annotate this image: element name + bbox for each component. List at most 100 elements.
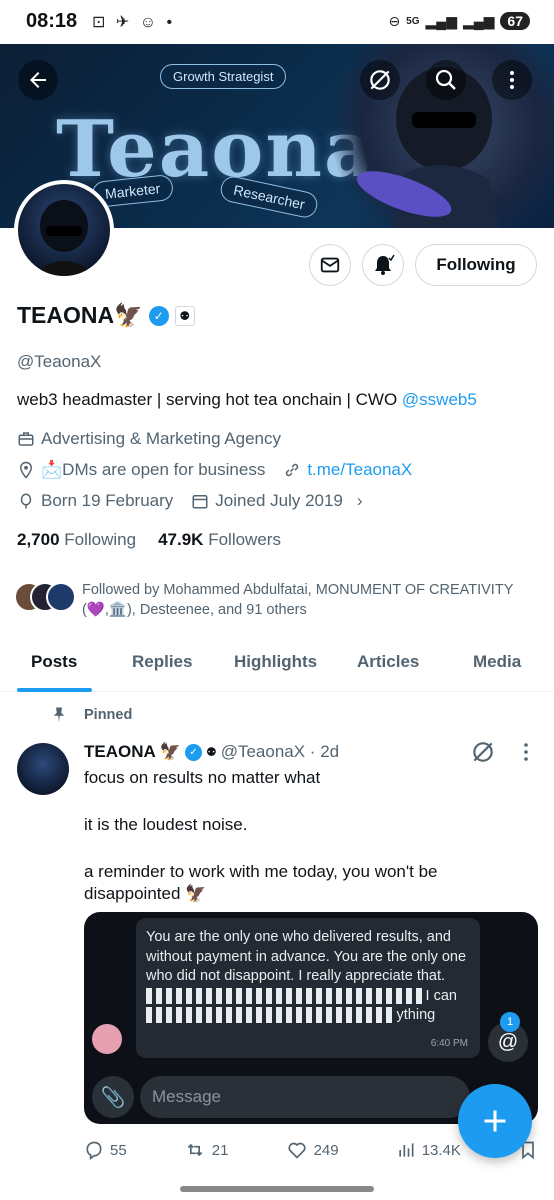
message-button[interactable] xyxy=(309,244,351,286)
followers-count: 47.9K xyxy=(158,530,204,549)
profile-website[interactable]: t.me/TeaonaX xyxy=(307,460,412,480)
followers-label: Followers xyxy=(208,530,281,549)
tab-media[interactable]: Media xyxy=(473,652,521,672)
network-label: 5G xyxy=(406,15,420,27)
post-author-avatar[interactable] xyxy=(17,743,69,795)
post-grok-icon[interactable] xyxy=(470,739,496,765)
banner-pill-growth: Growth Strategist xyxy=(160,64,287,89)
post-verified-icon: ✓ xyxy=(184,743,202,761)
category-row: Advertising & Marketing Agency xyxy=(17,429,281,449)
status-time: 08:18 xyxy=(26,10,78,32)
location-icon xyxy=(19,461,33,479)
pinned-label-row: Pinned xyxy=(50,706,132,724)
chat-bubble: You are the only one who delivered resul… xyxy=(136,918,480,1058)
like-count: 249 xyxy=(313,1141,339,1159)
dnd-icon: ⊖ xyxy=(388,12,401,29)
tab-posts[interactable]: Posts xyxy=(31,652,77,672)
chat-message-end: ything xyxy=(396,1007,436,1024)
status-notification-icons: ⊡ ✈ ☺ • xyxy=(92,14,176,31)
chat-input-placeholder: Message xyxy=(152,1087,221,1106)
pinned-label: Pinned xyxy=(84,707,133,723)
compose-button[interactable] xyxy=(458,1084,532,1158)
more-button[interactable] xyxy=(492,60,532,100)
reply-button[interactable]: 55 xyxy=(84,1140,127,1160)
affiliate-badge-icon: ⚉ xyxy=(174,305,195,326)
bell-icon xyxy=(375,254,395,275)
views-icon xyxy=(399,1143,414,1157)
post-line-1: focus on results no matter what xyxy=(84,768,321,787)
grok-button[interactable] xyxy=(360,60,400,100)
followers-avatars[interactable] xyxy=(14,582,78,614)
profile-name-row: TEAONA 🦅 ✓ ⚉ xyxy=(17,302,195,329)
chat-input: Message xyxy=(140,1076,470,1118)
post-header: TEAONA 🦅 ✓ ⚉ @TeaonaX · 2d xyxy=(84,742,339,762)
profile-bio: web3 headmaster | serving hot tea onchai… xyxy=(17,390,477,410)
follower-avatar-3 xyxy=(46,582,76,612)
post-more-icon[interactable] xyxy=(516,741,536,763)
more-vert-icon xyxy=(510,71,514,89)
profile-location: 📩DMs are open for business xyxy=(41,460,266,479)
profile-avatar[interactable] xyxy=(14,180,114,280)
tab-articles[interactable]: Articles xyxy=(357,652,419,672)
dates-row: Born 19 February Joined July 2019 › xyxy=(17,491,363,511)
notifications-button[interactable] xyxy=(362,244,404,286)
post-body: focus on results no matter what it is th… xyxy=(84,767,538,905)
followed-by-line-1: Followed by Mohammed Abdulfatai, MONUMEN… xyxy=(82,582,514,598)
mail-icon xyxy=(320,257,340,273)
followed-by-text[interactable]: Followed by Mohammed Abdulfatai, MONUMEN… xyxy=(82,580,542,620)
battery-icon: 67 xyxy=(500,12,530,30)
post-line-4: disappointed 🦅 xyxy=(84,884,207,903)
search-button[interactable] xyxy=(426,60,466,100)
signal-icon-2: ▂▄▆ xyxy=(462,12,495,29)
follow-counts: 2,700 Following 47.9K Followers xyxy=(17,530,281,550)
like-icon xyxy=(287,1142,306,1159)
briefcase-icon xyxy=(18,432,34,446)
chat-sender-avatar xyxy=(92,1024,122,1054)
chevron-right-icon[interactable]: › xyxy=(357,491,363,511)
plus-icon xyxy=(484,1110,506,1132)
pin-icon xyxy=(53,707,65,723)
calendar-icon xyxy=(192,495,208,509)
post-author-name[interactable]: TEAONA xyxy=(84,742,156,762)
link-icon xyxy=(286,463,299,477)
tab-replies[interactable]: Replies xyxy=(132,652,192,672)
following-label: Following xyxy=(64,530,137,549)
repost-button[interactable]: 21 xyxy=(184,1140,229,1160)
status-system-icons: ⊖ 5G ▂▄▆ ▂▄▆ 67 xyxy=(388,12,530,30)
profile-handle: @TeaonaX xyxy=(17,352,102,371)
tab-highlights[interactable]: Highlights xyxy=(234,652,317,672)
profile-name: TEAONA xyxy=(17,302,115,328)
chat-time: 6:40 PM xyxy=(430,1038,468,1050)
profile-category: Advertising & Marketing Agency xyxy=(41,429,282,448)
following-count-link[interactable]: 2,700 Following xyxy=(17,530,136,550)
verified-badge-icon: ✓ xyxy=(148,305,169,326)
bio-link[interactable]: @ssweb5 xyxy=(402,390,477,409)
repost-count: 21 xyxy=(211,1141,229,1159)
bio-text: web3 headmaster | serving hot tea onchai… xyxy=(17,390,402,409)
profile-joined: Joined July 2019 xyxy=(215,491,343,510)
chat-message-text: You are the only one who delivered resul… xyxy=(146,929,467,985)
following-button[interactable]: Following xyxy=(415,244,537,286)
profile-name-emoji: 🦅 xyxy=(114,302,143,328)
following-count: 2,700 xyxy=(17,530,60,549)
views-count: 13.4K xyxy=(421,1141,461,1159)
back-button[interactable] xyxy=(18,60,58,100)
gesture-nav-handle[interactable] xyxy=(180,1186,374,1192)
views-button[interactable]: 13.4K xyxy=(396,1140,461,1160)
active-tab-indicator xyxy=(17,688,92,692)
back-arrow-icon xyxy=(30,72,46,88)
profile-tabs: Posts Replies Highlights Articles Media xyxy=(0,640,554,692)
followers-count-link[interactable]: 47.9K Followers xyxy=(158,530,281,550)
post-line-2: it is the loudest noise. xyxy=(84,815,248,834)
reply-count: 55 xyxy=(110,1141,127,1159)
signal-icon: ▂▄▆ xyxy=(425,12,457,29)
search-icon xyxy=(435,69,456,90)
post-author-emoji: 🦅 xyxy=(159,742,181,761)
like-button[interactable]: 249 xyxy=(286,1140,339,1160)
location-row: 📩DMs are open for business t.me/TeaonaX xyxy=(17,460,412,480)
attach-icon: 📎 xyxy=(92,1076,134,1118)
post-affiliate-icon: ⚉ xyxy=(205,745,217,759)
followed-by-line-2: (💜,🏛️), Desteenee, and 91 others xyxy=(82,602,307,618)
repost-icon xyxy=(187,1143,203,1157)
post-line-3: a reminder to work with me today, you wo… xyxy=(84,862,438,881)
